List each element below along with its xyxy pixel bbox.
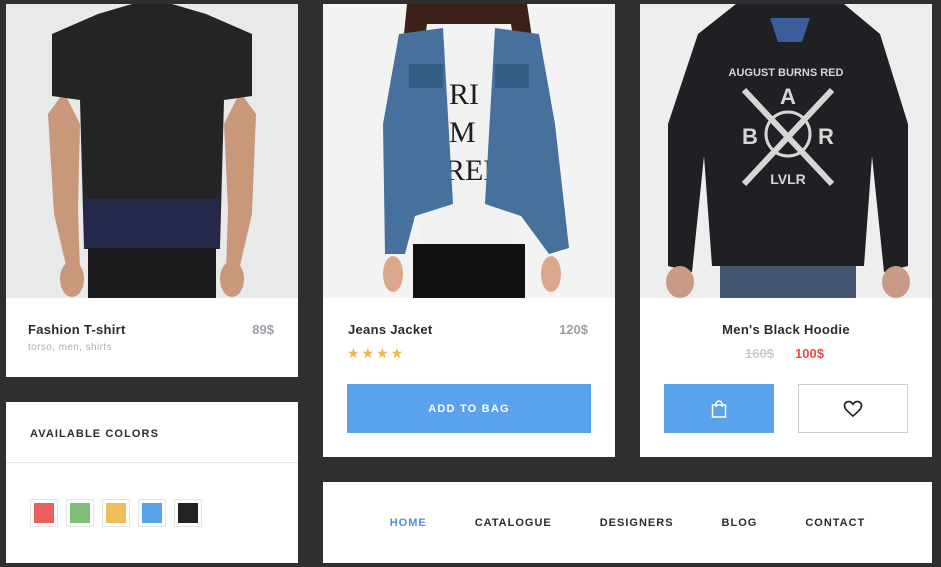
nav-menu: HOME CATALOGUE DESIGNERS BLOG CONTACT — [323, 482, 932, 563]
product-price: 120$ — [559, 322, 588, 337]
nav-item-home[interactable]: HOME — [366, 517, 451, 529]
nav-item-catalogue[interactable]: CATALOGUE — [451, 517, 576, 529]
wishlist-button[interactable] — [798, 384, 908, 433]
hoodie-print-letter-b: B — [742, 124, 758, 149]
product-card-hoodie[interactable]: AUGUST BURNS RED A B R LVLR Men's Black … — [640, 4, 932, 457]
product-name[interactable]: Jeans Jacket — [348, 322, 433, 337]
color-swatch-blue[interactable] — [138, 499, 166, 527]
heart-icon — [843, 400, 863, 417]
hoodie-photo[interactable]: AUGUST BURNS RED A B R LVLR — [640, 4, 932, 298]
shirt-print-line-1: RI — [449, 78, 479, 111]
nav-item-designers[interactable]: DESIGNERS — [576, 517, 698, 529]
colors-title: AVAILABLE COLORS — [30, 428, 160, 440]
product-name[interactable]: Men's Black Hoodie — [640, 322, 932, 337]
tshirt-photo[interactable] — [6, 4, 298, 298]
swatch-fill — [34, 503, 54, 523]
available-colors-card: AVAILABLE COLORS — [6, 402, 298, 563]
product-card-tshirt[interactable]: Fashion T-shirt 89$ torso, men, shirts — [6, 4, 298, 377]
add-to-bag-button[interactable]: ADD TO BAG — [347, 384, 591, 433]
color-swatch-yellow[interactable] — [102, 499, 130, 527]
shirt-print-line-2: M — [449, 116, 476, 149]
hoodie-print-title: AUGUST BURNS RED — [729, 67, 844, 79]
shopping-bag-icon — [711, 399, 727, 418]
color-swatch-black[interactable] — [174, 499, 202, 527]
add-to-bag-icon-button[interactable] — [664, 384, 774, 433]
hoodie-print-lvlr: LVLR — [770, 171, 806, 187]
color-swatch-green[interactable] — [66, 499, 94, 527]
color-swatch-red[interactable] — [30, 499, 58, 527]
swatch-fill — [106, 503, 126, 523]
jacket-photo[interactable]: RI M REN — [323, 4, 615, 298]
divider — [6, 462, 298, 463]
sale-price: 100$ — [795, 346, 824, 361]
rating-stars: ★★★★ — [347, 345, 406, 361]
swatch-fill — [142, 503, 162, 523]
product-price: 89$ — [252, 322, 274, 337]
swatch-fill — [70, 503, 90, 523]
nav-item-blog[interactable]: BLOG — [698, 517, 782, 529]
hoodie-print-letter-a: A — [780, 84, 796, 109]
old-price: 160$ — [745, 346, 774, 361]
nav-item-contact[interactable]: CONTACT — [781, 517, 889, 529]
hoodie-print-letter-r: R — [818, 124, 834, 149]
product-name[interactable]: Fashion T-shirt — [28, 322, 126, 337]
product-tags: torso, men, shirts — [28, 342, 112, 353]
product-card-jacket[interactable]: RI M REN Jeans Jacket 120$ ★★★★ ADD TO B… — [323, 4, 615, 457]
swatch-fill — [178, 503, 198, 523]
navigation-bar: HOME CATALOGUE DESIGNERS BLOG CONTACT — [323, 482, 932, 563]
